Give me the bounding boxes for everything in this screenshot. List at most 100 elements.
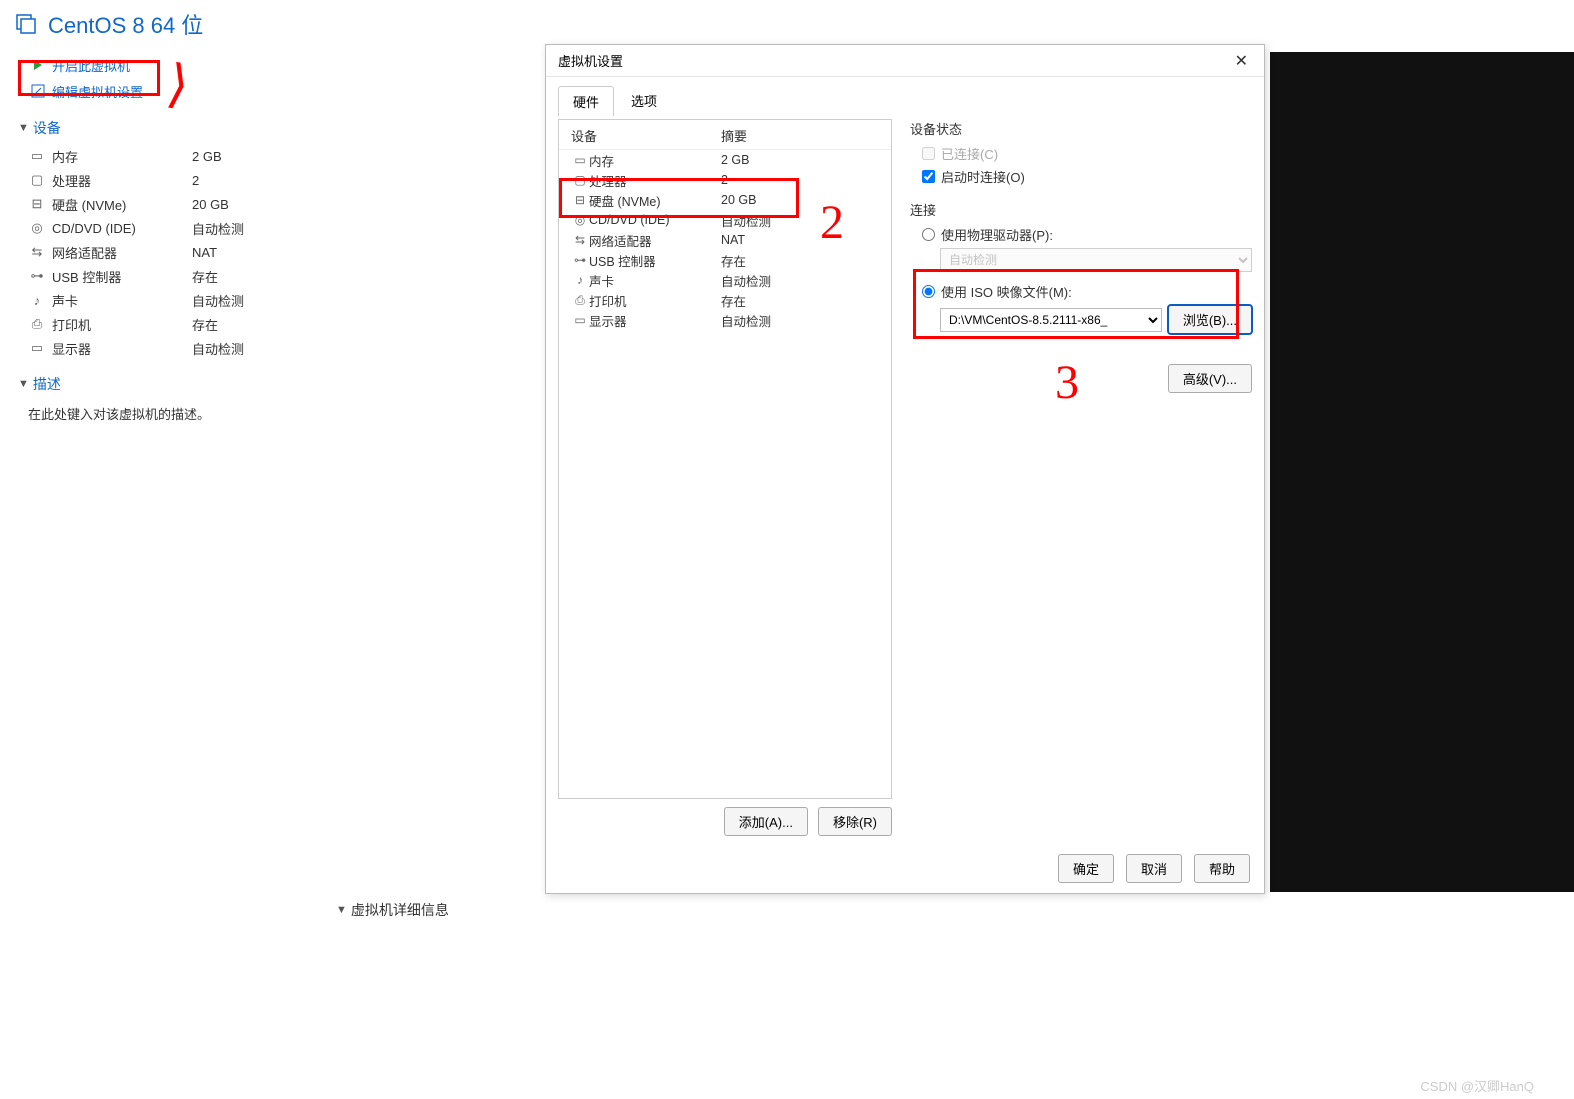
device-row[interactable]: ▭内存2 GB xyxy=(28,144,335,168)
vm-title: CentOS 8 64 位 xyxy=(48,8,203,40)
usb-icon: ⊶ xyxy=(571,253,589,267)
description-placeholder[interactable]: 在此处键入对该虚拟机的描述。 xyxy=(0,398,335,423)
hardware-name: 声卡 xyxy=(589,271,721,290)
device-name: 网络适配器 xyxy=(52,243,192,262)
remove-hardware-button[interactable]: 移除(R) xyxy=(818,807,892,836)
chevron-down-icon: ▼ xyxy=(336,904,347,916)
device-row[interactable]: ⊟硬盘 (NVMe)20 GB xyxy=(28,192,335,216)
hardware-value: 自动检测 xyxy=(721,211,771,230)
use-physical-radio[interactable] xyxy=(922,228,935,241)
device-name: 处理器 xyxy=(52,171,192,190)
watermark: CSDN @汉卿HanQ xyxy=(1420,1076,1534,1095)
memory-icon: ▭ xyxy=(571,153,589,167)
disk-icon: ⊟ xyxy=(28,196,46,212)
browse-button[interactable]: 浏览(B)... xyxy=(1168,305,1252,334)
hardware-row[interactable]: ▭内存2 GB xyxy=(559,150,891,170)
sound-icon: ♪ xyxy=(28,292,46,308)
printer-icon: ⎙ xyxy=(28,316,46,332)
tab-hardware[interactable]: 硬件 xyxy=(558,86,614,116)
device-row[interactable]: ▢处理器2 xyxy=(28,168,335,192)
close-icon[interactable]: ✕ xyxy=(1231,51,1252,71)
memory-icon: ▭ xyxy=(28,148,46,164)
connect-at-power-checkbox[interactable] xyxy=(922,170,935,183)
hardware-name: 硬盘 (NVMe) xyxy=(589,191,721,210)
device-row[interactable]: ◎CD/DVD (IDE)自动检测 xyxy=(28,216,335,240)
device-name: USB 控制器 xyxy=(52,267,192,286)
cancel-button[interactable]: 取消 xyxy=(1126,854,1182,883)
dialog-title: 虚拟机设置 xyxy=(558,51,623,70)
vm-console-area xyxy=(1270,52,1574,892)
printer-icon: ⎙ xyxy=(571,293,589,308)
sound-icon: ♪ xyxy=(571,273,589,287)
hardware-row[interactable]: ⊶USB 控制器存在 xyxy=(559,250,891,270)
cd-icon: ◎ xyxy=(28,220,46,236)
hardware-value: 自动检测 xyxy=(721,271,771,290)
device-value: 存在 xyxy=(192,267,218,286)
physical-drive-select: 自动检测 xyxy=(940,248,1252,272)
connected-label: 已连接(C) xyxy=(941,144,998,163)
edit-settings-link[interactable]: 编辑虚拟机设置 xyxy=(30,78,335,104)
device-value: 自动检测 xyxy=(192,339,244,358)
hardware-value: 自动检测 xyxy=(721,311,771,330)
hardware-list-frame: 设备 摘要 ▭内存2 GB▢处理器2⊟硬盘 (NVMe)20 GB◎CD/DVD… xyxy=(558,119,892,799)
chevron-down-icon: ▼ xyxy=(18,378,29,390)
devices-section-label: 设备 xyxy=(33,118,61,138)
details-section-label: 虚拟机详细信息 xyxy=(351,900,449,920)
hardware-row[interactable]: ♪声卡自动检测 xyxy=(559,270,891,290)
cpu-icon: ▢ xyxy=(571,173,589,187)
hw-col-summary: 摘要 xyxy=(721,126,747,145)
hardware-list[interactable]: ▭内存2 GB▢处理器2⊟硬盘 (NVMe)20 GB◎CD/DVD (IDE)… xyxy=(559,150,891,330)
hardware-row[interactable]: ⇆网络适配器NAT xyxy=(559,230,891,250)
connect-at-power-row[interactable]: 启动时连接(O) xyxy=(922,167,1252,186)
use-physical-radio-row[interactable]: 使用物理驱动器(P): xyxy=(922,225,1252,244)
connect-at-power-label: 启动时连接(O) xyxy=(941,167,1025,186)
hardware-name: USB 控制器 xyxy=(589,251,721,270)
display-icon: ▭ xyxy=(571,313,589,327)
iso-path-select[interactable]: D:\VM\CentOS-8.5.2111-x86_ xyxy=(940,308,1162,332)
hardware-row[interactable]: ◎CD/DVD (IDE)自动检测 xyxy=(559,210,891,230)
hardware-row[interactable]: ⎙打印机存在 xyxy=(559,290,891,310)
hardware-row[interactable]: ⊟硬盘 (NVMe)20 GB xyxy=(559,190,891,210)
details-section-header[interactable]: ▼ 虚拟机详细信息 xyxy=(336,900,449,920)
description-section-header[interactable]: ▼ 描述 xyxy=(0,360,335,398)
device-value: 2 xyxy=(192,173,199,188)
device-value: 2 GB xyxy=(192,149,222,164)
dialog-titlebar: 虚拟机设置 ✕ xyxy=(546,45,1264,77)
help-button[interactable]: 帮助 xyxy=(1194,854,1250,883)
hardware-name: 内存 xyxy=(589,151,721,170)
devices-section-header[interactable]: ▼ 设备 xyxy=(0,104,335,142)
usb-icon: ⊶ xyxy=(28,268,46,284)
device-name: 声卡 xyxy=(52,291,192,310)
net-icon: ⇆ xyxy=(571,233,589,247)
device-value: NAT xyxy=(192,245,217,260)
hardware-row[interactable]: ▭显示器自动检测 xyxy=(559,310,891,330)
play-icon xyxy=(30,57,46,73)
device-row[interactable]: ♪ 声卡自动检测 xyxy=(28,288,335,312)
devices-list: ▭内存2 GB▢处理器2⊟硬盘 (NVMe)20 GB◎CD/DVD (IDE)… xyxy=(0,142,335,360)
advanced-button[interactable]: 高级(V)... xyxy=(1168,364,1252,393)
hardware-row[interactable]: ▢处理器2 xyxy=(559,170,891,190)
tab-options[interactable]: 选项 xyxy=(616,85,672,115)
hardware-value: 2 xyxy=(721,173,728,187)
power-on-link[interactable]: 开启此虚拟机 xyxy=(30,52,335,78)
device-row[interactable]: ▭显示器自动检测 xyxy=(28,336,335,360)
ok-button[interactable]: 确定 xyxy=(1058,854,1114,883)
device-state-group: 设备状态 xyxy=(910,119,1252,138)
device-name: 显示器 xyxy=(52,339,192,358)
disk-icon: ⊟ xyxy=(571,193,589,207)
edit-settings-label: 编辑虚拟机设置 xyxy=(52,82,143,101)
use-iso-radio-row[interactable]: 使用 ISO 映像文件(M): xyxy=(922,282,1252,301)
device-row[interactable]: ⎙打印机存在 xyxy=(28,312,335,336)
device-value: 自动检测 xyxy=(192,291,244,310)
use-iso-radio[interactable] xyxy=(922,285,935,298)
hardware-name: 显示器 xyxy=(589,311,721,330)
net-icon: ⇆ xyxy=(28,244,46,260)
device-name: CD/DVD (IDE) xyxy=(52,221,192,236)
hardware-value: 2 GB xyxy=(721,153,750,167)
device-row[interactable]: ⇆ 网络适配器NAT xyxy=(28,240,335,264)
device-name: 硬盘 (NVMe) xyxy=(52,195,192,214)
device-row[interactable]: ⊶ USB 控制器存在 xyxy=(28,264,335,288)
tabs-icon xyxy=(14,12,38,36)
add-hardware-button[interactable]: 添加(A)... xyxy=(724,807,808,836)
hardware-value: NAT xyxy=(721,233,745,247)
